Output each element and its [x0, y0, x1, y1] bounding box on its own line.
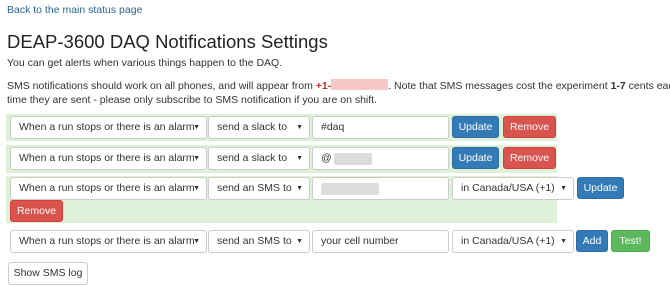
subscription-row: When a run stops or there is an alarm ▼ …: [6, 145, 557, 173]
new-subscription-row: When a run stops or there is an alarm ▼ …: [6, 229, 650, 255]
test-button[interactable]: Test!: [611, 230, 650, 252]
remove-button[interactable]: Remove: [503, 147, 556, 169]
target-input-value: #daq: [321, 121, 345, 133]
remove-button[interactable]: Remove: [10, 200, 63, 222]
chevron-down-icon: ▼: [193, 238, 200, 245]
method-select[interactable]: send a slack to ▼: [208, 116, 310, 139]
redacted-handle: [334, 153, 372, 165]
page-title: DEAP-3600 DAQ Notifications Settings: [7, 31, 328, 52]
trigger-select[interactable]: When a run stops or there is an alarm ▼: [10, 230, 207, 253]
remove-button[interactable]: Remove: [503, 116, 556, 138]
redacted-phone: [321, 183, 379, 195]
subscription-row: When a run stops or there is an alarm ▼ …: [6, 114, 557, 141]
update-button[interactable]: Update: [452, 147, 499, 169]
sms-phone-prefix: +1-: [315, 80, 332, 92]
region-select[interactable]: in Canada/USA (+1) ▼: [452, 230, 574, 253]
target-input[interactable]: @: [312, 147, 449, 170]
trigger-select-value: When a run stops or there is an alarm: [19, 235, 195, 247]
chevron-down-icon: ▼: [193, 124, 200, 131]
method-select[interactable]: send a slack to ▼: [208, 147, 310, 170]
chevron-down-icon: ▼: [296, 124, 303, 131]
chevron-down-icon: ▼: [193, 155, 200, 162]
cell-number-input[interactable]: your cell number: [312, 230, 449, 253]
target-input-value: @: [321, 152, 332, 164]
trigger-select[interactable]: When a run stops or there is an alarm ▼: [10, 177, 207, 200]
method-select[interactable]: send an SMS to ▼: [208, 230, 310, 253]
chevron-down-icon: ▼: [193, 185, 200, 192]
method-select-value: send an SMS to: [217, 182, 292, 194]
trigger-select-value: When a run stops or there is an alarm: [19, 182, 195, 194]
trigger-select[interactable]: When a run stops or there is an alarm ▼: [10, 116, 207, 139]
chevron-down-icon: ▼: [296, 185, 303, 192]
trigger-select-value: When a run stops or there is an alarm: [19, 152, 195, 164]
show-sms-log-button[interactable]: Show SMS log: [8, 262, 88, 285]
trigger-select[interactable]: When a run stops or there is an alarm ▼: [10, 147, 207, 170]
chevron-down-icon: ▼: [560, 185, 567, 192]
method-select[interactable]: send an SMS to ▼: [208, 177, 310, 200]
method-select-value: send an SMS to: [217, 235, 292, 247]
update-button[interactable]: Update: [452, 116, 499, 138]
sms-note: SMS notifications should work on all pho…: [7, 79, 670, 107]
redacted-phone-number: [331, 79, 389, 90]
region-select-value: in Canada/USA (+1): [461, 235, 555, 247]
chevron-down-icon: ▼: [560, 238, 567, 245]
back-to-status-link[interactable]: Back to the main status page: [7, 4, 142, 16]
subscription-row: When a run stops or there is an alarm ▼ …: [6, 176, 624, 223]
sms-cost: 1-7: [610, 80, 626, 92]
method-select-value: send a slack to: [217, 152, 288, 164]
cell-number-placeholder: your cell number: [321, 235, 399, 247]
region-select[interactable]: in Canada/USA (+1) ▼: [452, 177, 574, 200]
sms-note-part2: . Note that SMS messages cost the experi…: [388, 80, 611, 92]
intro-text: You can get alerts when various things h…: [7, 57, 283, 69]
chevron-down-icon: ▼: [296, 238, 303, 245]
update-button[interactable]: Update: [577, 177, 624, 199]
target-input[interactable]: [312, 177, 449, 200]
target-input[interactable]: #daq: [312, 116, 449, 139]
chevron-down-icon: ▼: [296, 155, 303, 162]
region-select-value: in Canada/USA (+1): [461, 182, 555, 194]
trigger-select-value: When a run stops or there is an alarm: [19, 121, 195, 133]
add-button[interactable]: Add: [576, 230, 608, 252]
sms-note-part1: SMS notifications should work on all pho…: [7, 80, 316, 92]
method-select-value: send a slack to: [217, 121, 288, 133]
